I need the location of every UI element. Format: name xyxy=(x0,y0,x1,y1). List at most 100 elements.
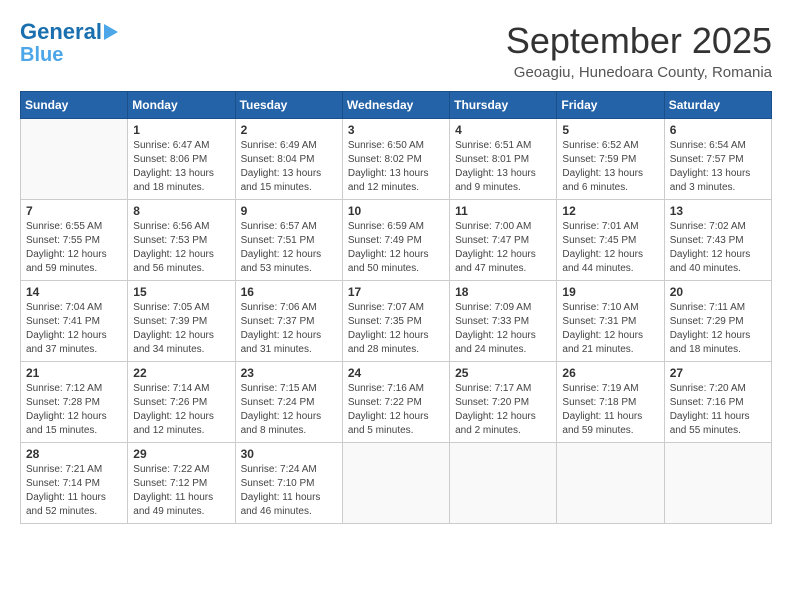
day-number: 1 xyxy=(133,123,229,137)
calendar-week-4: 28Sunrise: 7:21 AM Sunset: 7:14 PM Dayli… xyxy=(21,443,772,524)
header-tuesday: Tuesday xyxy=(235,92,342,119)
day-info: Sunrise: 6:55 AM Sunset: 7:55 PM Dayligh… xyxy=(26,220,122,276)
calendar-cell xyxy=(557,443,664,524)
day-info: Sunrise: 7:19 AM Sunset: 7:18 PM Dayligh… xyxy=(562,382,658,438)
day-info: Sunrise: 7:11 AM Sunset: 7:29 PM Dayligh… xyxy=(670,301,766,357)
location-subtitle: Geoagiu, Hunedoara County, Romania xyxy=(506,64,772,81)
calendar-cell: 10 Sunrise: 6:59 AM Sunset: 7:49 PM Dayli… xyxy=(342,200,449,281)
day-info: Sunrise: 7:17 AM Sunset: 7:20 PM Dayligh… xyxy=(455,382,551,438)
day-info: Sunrise: 7:21 AM Sunset: 7:14 PM Dayligh… xyxy=(26,463,122,519)
calendar-cell: 3 Sunrise: 6:50 AM Sunset: 8:02 PM Daylig… xyxy=(342,119,449,200)
calendar-cell: 23Sunrise: 7:15 AM Sunset: 7:24 PM Dayli… xyxy=(235,362,342,443)
day-number: 27 xyxy=(670,366,766,380)
day-info: Sunrise: 7:06 AM Sunset: 7:37 PM Dayligh… xyxy=(241,301,337,357)
day-number: 15 xyxy=(133,285,229,299)
calendar-cell: 11 Sunrise: 7:00 AM Sunset: 7:47 PM Dayli… xyxy=(450,200,557,281)
day-number: 3 xyxy=(348,123,444,137)
calendar-cell xyxy=(664,443,771,524)
day-number: 19 xyxy=(562,285,658,299)
calendar-body: 1 Sunrise: 6:47 AM Sunset: 8:06 PM Daylig… xyxy=(21,119,772,524)
day-number: 10 xyxy=(348,204,444,218)
day-number: 6 xyxy=(670,123,766,137)
day-info: Sunrise: 7:00 AM Sunset: 7:47 PM Dayligh… xyxy=(455,220,551,276)
calendar-week-0: 1 Sunrise: 6:47 AM Sunset: 8:06 PM Daylig… xyxy=(21,119,772,200)
day-number: 7 xyxy=(26,204,122,218)
title-area: September 2025 Geoagiu, Hunedoara County… xyxy=(506,20,772,81)
day-number: 26 xyxy=(562,366,658,380)
day-number: 4 xyxy=(455,123,551,137)
day-info: Sunrise: 7:10 AM Sunset: 7:31 PM Dayligh… xyxy=(562,301,658,357)
calendar-cell: 13 Sunrise: 7:02 AM Sunset: 7:43 PM Dayli… xyxy=(664,200,771,281)
calendar-cell: 27 Sunrise: 7:20 AM Sunset: 7:16 PM Dayli… xyxy=(664,362,771,443)
month-title: September 2025 xyxy=(506,20,772,62)
day-info: Sunrise: 6:59 AM Sunset: 7:49 PM Dayligh… xyxy=(348,220,444,276)
calendar-cell: 21 Sunrise: 7:12 AM Sunset: 7:28 PM Dayli… xyxy=(21,362,128,443)
day-number: 5 xyxy=(562,123,658,137)
day-number: 20 xyxy=(670,285,766,299)
calendar-cell: 9Sunrise: 6:57 AM Sunset: 7:51 PM Daylig… xyxy=(235,200,342,281)
logo-arrow-icon xyxy=(104,24,118,40)
calendar-table: SundayMondayTuesdayWednesdayThursdayFrid… xyxy=(20,91,772,524)
day-number: 29 xyxy=(133,447,229,461)
day-info: Sunrise: 6:47 AM Sunset: 8:06 PM Dayligh… xyxy=(133,139,229,195)
calendar-header-row: SundayMondayTuesdayWednesdayThursdayFrid… xyxy=(21,92,772,119)
day-number: 16 xyxy=(241,285,337,299)
day-info: Sunrise: 6:50 AM Sunset: 8:02 PM Dayligh… xyxy=(348,139,444,195)
calendar-cell xyxy=(450,443,557,524)
day-info: Sunrise: 6:49 AM Sunset: 8:04 PM Dayligh… xyxy=(241,139,337,195)
day-info: Sunrise: 7:09 AM Sunset: 7:33 PM Dayligh… xyxy=(455,301,551,357)
calendar-cell xyxy=(21,119,128,200)
calendar-cell: 14 Sunrise: 7:04 AM Sunset: 7:41 PM Dayli… xyxy=(21,281,128,362)
day-number: 17 xyxy=(348,285,444,299)
day-number: 24 xyxy=(348,366,444,380)
day-info: Sunrise: 7:07 AM Sunset: 7:35 PM Dayligh… xyxy=(348,301,444,357)
day-number: 12 xyxy=(562,204,658,218)
calendar-cell: 1 Sunrise: 6:47 AM Sunset: 8:06 PM Daylig… xyxy=(128,119,235,200)
calendar-week-2: 14 Sunrise: 7:04 AM Sunset: 7:41 PM Dayli… xyxy=(21,281,772,362)
calendar-cell: 17 Sunrise: 7:07 AM Sunset: 7:35 PM Dayli… xyxy=(342,281,449,362)
calendar-cell: 19 Sunrise: 7:10 AM Sunset: 7:31 PM Dayli… xyxy=(557,281,664,362)
day-info: Sunrise: 6:51 AM Sunset: 8:01 PM Dayligh… xyxy=(455,139,551,195)
day-info: Sunrise: 7:15 AM Sunset: 7:24 PM Dayligh… xyxy=(241,382,337,438)
day-info: Sunrise: 7:22 AM Sunset: 7:12 PM Dayligh… xyxy=(133,463,229,519)
calendar-cell: 7 Sunrise: 6:55 AM Sunset: 7:55 PM Daylig… xyxy=(21,200,128,281)
day-info: Sunrise: 7:02 AM Sunset: 7:43 PM Dayligh… xyxy=(670,220,766,276)
calendar-cell: 15 Sunrise: 7:05 AM Sunset: 7:39 PM Dayli… xyxy=(128,281,235,362)
calendar-cell: 20 Sunrise: 7:11 AM Sunset: 7:29 PM Dayli… xyxy=(664,281,771,362)
header-saturday: Saturday xyxy=(664,92,771,119)
header-sunday: Sunday xyxy=(21,92,128,119)
page-header: General Blue September 2025 Geoagiu, Hun… xyxy=(20,20,772,81)
calendar-cell: 25 Sunrise: 7:17 AM Sunset: 7:20 PM Dayli… xyxy=(450,362,557,443)
day-info: Sunrise: 6:54 AM Sunset: 7:57 PM Dayligh… xyxy=(670,139,766,195)
day-info: Sunrise: 7:12 AM Sunset: 7:28 PM Dayligh… xyxy=(26,382,122,438)
day-info: Sunrise: 7:01 AM Sunset: 7:45 PM Dayligh… xyxy=(562,220,658,276)
logo-general: General xyxy=(20,20,102,44)
logo-blue: Blue xyxy=(20,44,63,66)
calendar-cell: 5Sunrise: 6:52 AM Sunset: 7:59 PM Daylig… xyxy=(557,119,664,200)
day-number: 11 xyxy=(455,204,551,218)
logo: General Blue xyxy=(20,20,118,66)
day-info: Sunrise: 7:05 AM Sunset: 7:39 PM Dayligh… xyxy=(133,301,229,357)
calendar-cell: 8Sunrise: 6:56 AM Sunset: 7:53 PM Daylig… xyxy=(128,200,235,281)
calendar-cell: 2Sunrise: 6:49 AM Sunset: 8:04 PM Daylig… xyxy=(235,119,342,200)
calendar-cell: 22 Sunrise: 7:14 AM Sunset: 7:26 PM Dayli… xyxy=(128,362,235,443)
day-number: 13 xyxy=(670,204,766,218)
calendar-cell: 24 Sunrise: 7:16 AM Sunset: 7:22 PM Dayli… xyxy=(342,362,449,443)
day-info: Sunrise: 7:24 AM Sunset: 7:10 PM Dayligh… xyxy=(241,463,337,519)
calendar-cell: 6 Sunrise: 6:54 AM Sunset: 7:57 PM Daylig… xyxy=(664,119,771,200)
header-wednesday: Wednesday xyxy=(342,92,449,119)
calendar-cell xyxy=(342,443,449,524)
day-info: Sunrise: 7:20 AM Sunset: 7:16 PM Dayligh… xyxy=(670,382,766,438)
day-number: 25 xyxy=(455,366,551,380)
day-number: 14 xyxy=(26,285,122,299)
day-number: 22 xyxy=(133,366,229,380)
calendar-cell: 28Sunrise: 7:21 AM Sunset: 7:14 PM Dayli… xyxy=(21,443,128,524)
header-monday: Monday xyxy=(128,92,235,119)
day-info: Sunrise: 7:14 AM Sunset: 7:26 PM Dayligh… xyxy=(133,382,229,438)
day-info: Sunrise: 7:16 AM Sunset: 7:22 PM Dayligh… xyxy=(348,382,444,438)
calendar-cell: 30Sunrise: 7:24 AM Sunset: 7:10 PM Dayli… xyxy=(235,443,342,524)
day-number: 21 xyxy=(26,366,122,380)
calendar-week-3: 21 Sunrise: 7:12 AM Sunset: 7:28 PM Dayli… xyxy=(21,362,772,443)
day-info: Sunrise: 7:04 AM Sunset: 7:41 PM Dayligh… xyxy=(26,301,122,357)
day-info: Sunrise: 6:57 AM Sunset: 7:51 PM Dayligh… xyxy=(241,220,337,276)
